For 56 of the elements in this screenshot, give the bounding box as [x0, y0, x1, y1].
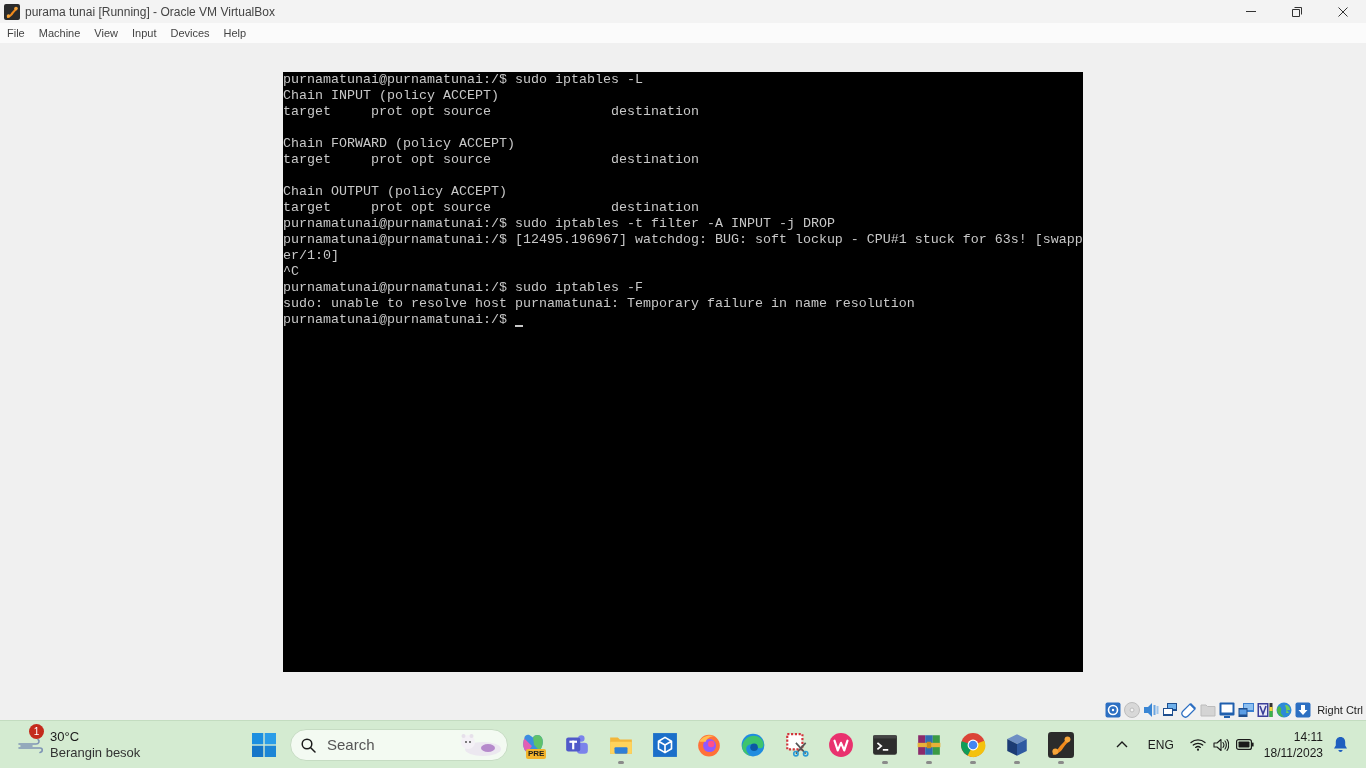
- minimize-icon: [1246, 11, 1256, 12]
- console-line: purnamatunai@purnamatunai:/$ [12495.196967] watchdog: BUG: soft lockup - CPU#1 stuck for 63s! [swapp: [283, 231, 1083, 248]
- console-line: target prot opt source destination: [283, 199, 699, 216]
- scissors-icon: [784, 731, 810, 758]
- console-line: Chain OUTPUT (policy ACCEPT): [283, 183, 507, 200]
- menu-item[interactable]: Help: [216, 23, 254, 43]
- chevron-up-icon: [1115, 741, 1128, 748]
- speaker-icon: [1212, 737, 1229, 752]
- console-line: target prot opt source destination: [283, 103, 699, 120]
- window-title: purama tunai [Running] - Oracle VM VirtualBox: [25, 3, 275, 21]
- menu-item[interactable]: View: [87, 23, 125, 43]
- language-button[interactable]: ENG: [1145, 728, 1176, 761]
- windows-logo-icon: [252, 732, 276, 757]
- menu-item[interactable]: Input: [124, 23, 164, 43]
- search-icon: [301, 737, 316, 753]
- screens-icon[interactable]: [1238, 702, 1255, 718]
- wave-swirl-icon: [740, 731, 766, 758]
- wifi-icon: [1189, 738, 1206, 751]
- cube-tile-icon: [652, 731, 678, 758]
- forecast-text: Berangin besok: [50, 744, 141, 761]
- clock-date[interactable]: 18/11/2023: [1263, 744, 1323, 761]
- menu-item[interactable]: Machine: [31, 23, 88, 43]
- app-logo-icon: [4, 3, 20, 20]
- console-line: Chain INPUT (policy ACCEPT): [283, 87, 499, 104]
- menu-item[interactable]: File: [0, 23, 32, 43]
- clock-time[interactable]: 14:11: [1293, 728, 1323, 745]
- swoosh-tile-icon: [1048, 731, 1074, 758]
- alert-count: 1: [29, 723, 44, 739]
- search-field[interactable]: Search: [290, 728, 508, 761]
- preview-tag: PRE: [526, 748, 547, 759]
- disk-icon[interactable]: [1105, 702, 1122, 718]
- console-line: ^C: [283, 263, 299, 280]
- close-icon: [1338, 6, 1348, 17]
- console-line: purnamatunai@purnamatunai:/$: [283, 311, 507, 328]
- ring-logo-icon: [960, 731, 986, 758]
- console-line: purnamatunai@purnamatunai:/$ sudo iptables -L: [283, 71, 643, 88]
- console-line: Chain FORWARD (policy ACCEPT): [283, 135, 515, 152]
- temperature-text: 30°C: [50, 728, 81, 745]
- arrow-down-icon[interactable]: [1295, 702, 1312, 718]
- host-key-label: Right Ctrl: [1317, 702, 1363, 718]
- console-line: purnamatunai@purnamatunai:/$ sudo iptables -t filter -A INPUT -j DROP: [283, 215, 835, 232]
- cube-icon: [1004, 731, 1030, 758]
- monitor-icon[interactable]: [1219, 702, 1236, 718]
- usb-icon[interactable]: [1181, 702, 1198, 718]
- taskbar-app-button[interactable]: PRE: [513, 724, 553, 765]
- cpu-meter-icon[interactable]: [1257, 702, 1274, 718]
- console-line: purnamatunai@purnamatunai:/$ sudo iptables -F: [283, 279, 643, 296]
- circle-logo-icon: [828, 731, 854, 758]
- console-line: er/1:0]: [283, 247, 339, 264]
- battery-icon: [1235, 739, 1254, 750]
- bell-icon[interactable]: [1333, 736, 1348, 753]
- console-line: target prot opt source destination: [283, 151, 699, 168]
- restore-icon: [1292, 6, 1302, 17]
- console-line: sudo: unable to resolve host purnamatunai: Temporary failure in name resolution: [283, 295, 915, 312]
- network-icon[interactable]: [1162, 702, 1179, 718]
- menu-item[interactable]: Devices: [163, 23, 217, 43]
